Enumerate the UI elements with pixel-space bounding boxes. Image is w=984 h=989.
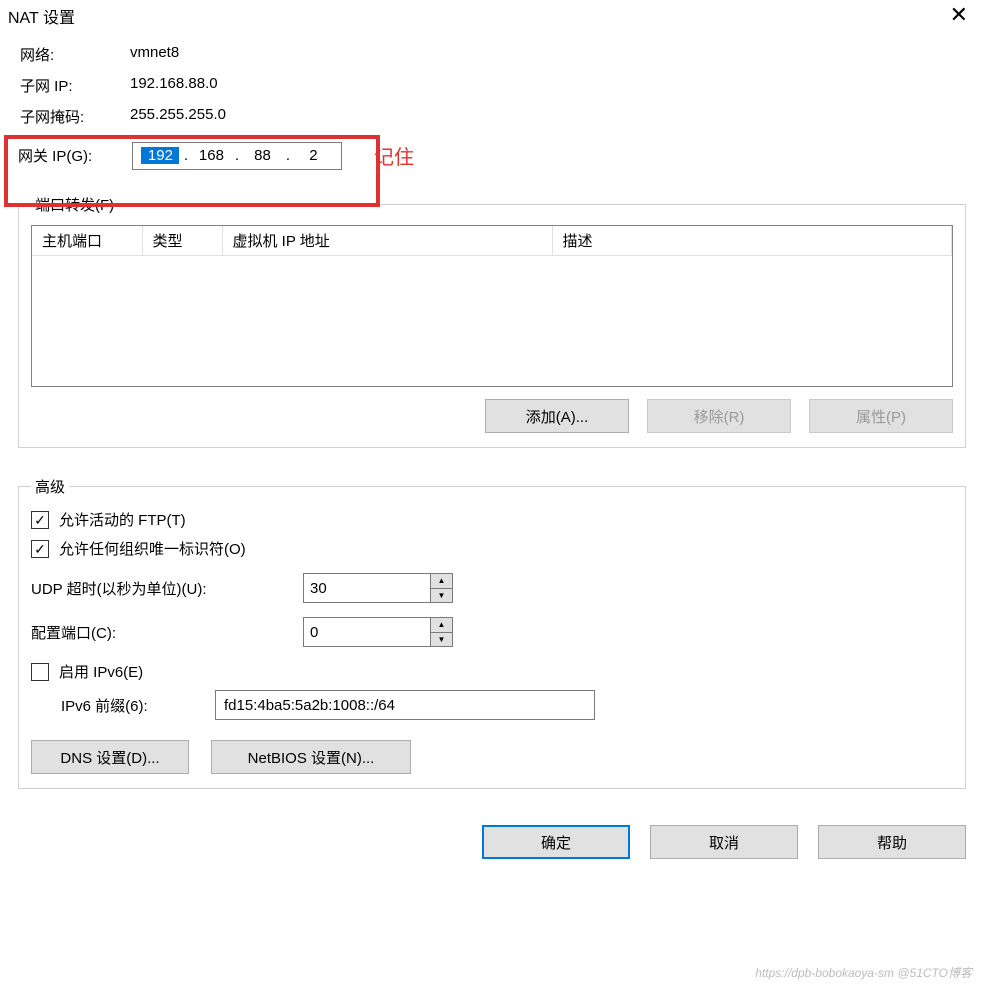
subnet-ip-value: 192.168.88.0: [130, 75, 966, 96]
ip-octet-1[interactable]: 192: [141, 147, 179, 164]
watermark: https://dpb-bobokaoya-sm @51CTO博客: [755, 964, 972, 981]
config-port-input[interactable]: [303, 617, 431, 647]
netbios-settings-button[interactable]: NetBIOS 设置(N)...: [211, 740, 411, 774]
allow-ftp-label: 允许活动的 FTP(T): [59, 509, 186, 530]
enable-ipv6-label: 启用 IPv6(E): [59, 661, 143, 682]
advanced-legend: 高级: [31, 476, 69, 497]
udp-timeout-spin-up[interactable]: ▲: [431, 574, 452, 589]
ip-dot: .: [235, 147, 239, 164]
allow-oui-label: 允许任何组织唯一标识符(O): [59, 538, 246, 559]
cancel-button[interactable]: 取消: [650, 825, 798, 859]
col-host-port[interactable]: 主机端口: [32, 226, 142, 256]
subnet-mask-label: 子网掩码:: [20, 106, 130, 127]
network-value: vmnet8: [130, 44, 966, 65]
window-title: NAT 设置: [8, 4, 75, 28]
ip-octet-2[interactable]: 168: [192, 147, 230, 164]
col-type[interactable]: 类型: [142, 226, 222, 256]
udp-timeout-spin-down[interactable]: ▼: [431, 589, 452, 603]
close-icon[interactable]: ✕: [944, 4, 974, 26]
ipv6-prefix-label: IPv6 前缀(6):: [61, 695, 205, 716]
config-port-label: 配置端口(C):: [31, 622, 147, 643]
config-port-spin-down[interactable]: ▼: [431, 633, 452, 647]
ok-button[interactable]: 确定: [482, 825, 630, 859]
allow-oui-checkbox[interactable]: [31, 540, 49, 558]
ip-octet-3[interactable]: 88: [243, 147, 281, 164]
allow-ftp-checkbox[interactable]: [31, 511, 49, 529]
port-forward-table[interactable]: 主机端口 类型 虚拟机 IP 地址 描述: [31, 225, 953, 387]
gateway-ip-input[interactable]: 192 . 168 . 88 . 2: [132, 142, 342, 170]
add-button[interactable]: 添加(A)...: [485, 399, 629, 433]
col-desc[interactable]: 描述: [552, 226, 952, 256]
help-button[interactable]: 帮助: [818, 825, 966, 859]
enable-ipv6-checkbox[interactable]: [31, 663, 49, 681]
col-vm-ip[interactable]: 虚拟机 IP 地址: [222, 226, 552, 256]
remove-button: 移除(R): [647, 399, 791, 433]
subnet-mask-value: 255.255.255.0: [130, 106, 966, 127]
dns-settings-button[interactable]: DNS 设置(D)...: [31, 740, 189, 774]
port-forward-legend: 端口转发(F): [31, 194, 118, 215]
network-label: 网络:: [20, 44, 130, 65]
annotation-text: 记住: [374, 141, 414, 170]
udp-timeout-label: UDP 超时(以秒为单位)(U):: [31, 578, 293, 599]
gateway-ip-label: 网关 IP(G):: [18, 145, 122, 166]
ip-dot: .: [286, 147, 290, 164]
port-forward-group: 端口转发(F) 主机端口 类型 虚拟机 IP 地址 描述 添加(A)... 移除…: [18, 194, 966, 448]
ip-dot: .: [184, 147, 188, 164]
advanced-group: 高级 允许活动的 FTP(T) 允许任何组织唯一标识符(O) UDP 超时(以秒…: [18, 476, 966, 789]
properties-button: 属性(P): [809, 399, 953, 433]
config-port-spin-up[interactable]: ▲: [431, 618, 452, 633]
subnet-ip-label: 子网 IP:: [20, 75, 130, 96]
udp-timeout-input[interactable]: [303, 573, 431, 603]
ip-octet-4[interactable]: 2: [294, 147, 332, 164]
ipv6-prefix-input[interactable]: [215, 690, 595, 720]
